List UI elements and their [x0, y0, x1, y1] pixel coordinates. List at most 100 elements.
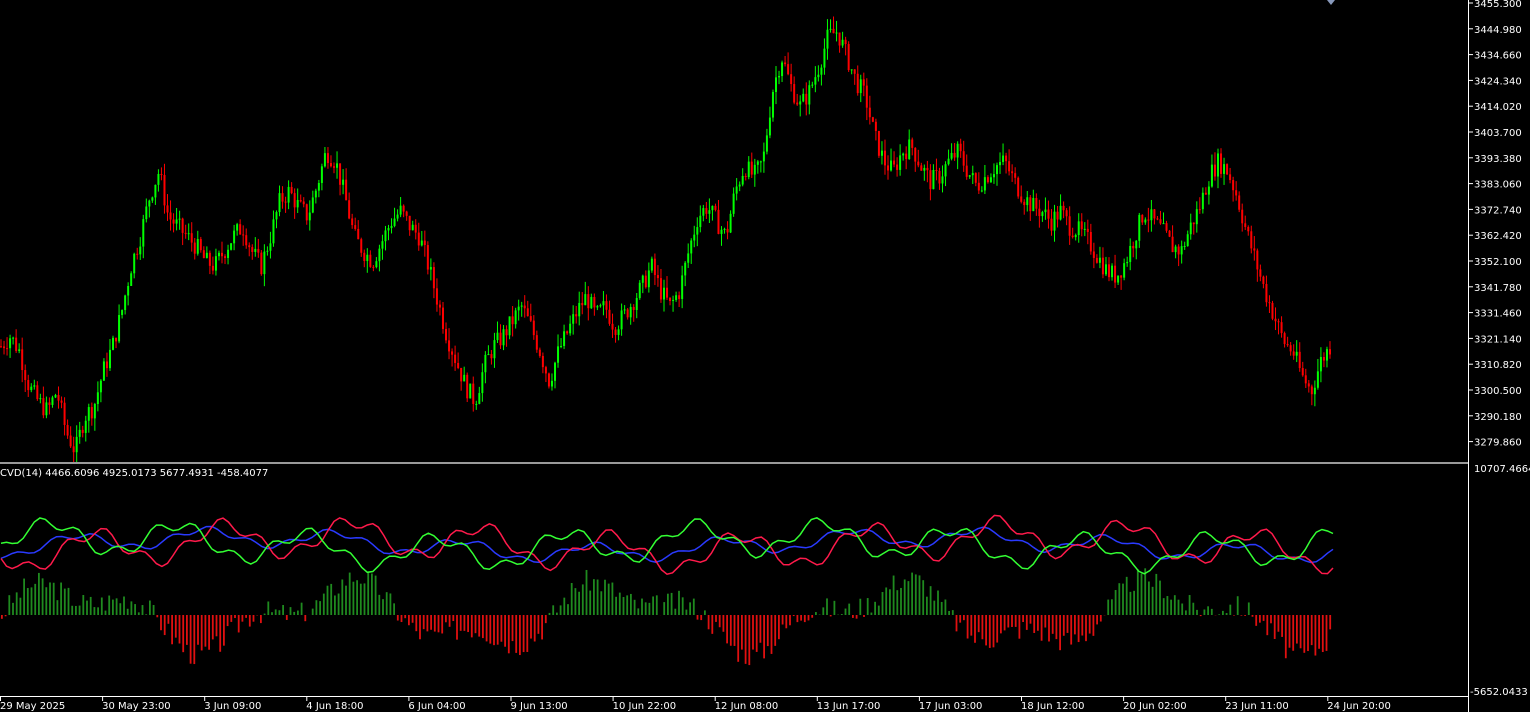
candle-body [838, 32, 841, 46]
candle-body [1250, 231, 1253, 249]
cvd-bar [789, 615, 791, 626]
candle-body [617, 329, 620, 335]
candle-body [429, 267, 432, 270]
time-label: 10 Jun 22:00 [613, 701, 677, 712]
candle-body [366, 254, 369, 262]
candle-body [93, 403, 96, 419]
candle-body [1041, 212, 1044, 217]
cvd-bar [663, 602, 666, 615]
trading-chart[interactable]: 3455.300 3444.980 3434.660 3424.340 3414.020… [0, 0, 1530, 712]
candle-body [1035, 197, 1038, 209]
candle-body [1325, 349, 1328, 361]
candle-body [850, 69, 853, 71]
cvd-bar [926, 596, 928, 615]
cvd-bar [944, 599, 947, 615]
candle-body [720, 229, 723, 234]
price-label: 3403.700 [1474, 128, 1522, 139]
cvd-bar [404, 615, 407, 619]
candle-body [1017, 177, 1020, 197]
price-label: 3383.060 [1474, 180, 1522, 191]
cvd-bar [519, 615, 521, 656]
cvd-bar [1225, 613, 1228, 615]
cvd-bar [667, 593, 669, 615]
cvd-bar [12, 602, 14, 615]
cvd-bar [1310, 615, 1313, 646]
cvd-bar [870, 612, 873, 615]
candle-body [765, 135, 768, 152]
candle-body [1141, 214, 1144, 223]
cvd-bar [826, 598, 828, 615]
cvd-bar [1314, 615, 1317, 656]
indicator-scale-min: -5652.0433 [1470, 687, 1528, 698]
candle-body [696, 227, 699, 235]
candle-body [399, 205, 402, 215]
cvd-bar [1022, 615, 1024, 623]
cvd-bar [985, 615, 987, 646]
cvd-bar [748, 615, 751, 666]
candle-body [112, 337, 115, 350]
candle-body [448, 340, 451, 352]
candle-body [502, 329, 505, 346]
candle-body [1053, 211, 1056, 231]
candle-body [3, 346, 6, 349]
time-label: 30 May 23:00 [102, 701, 171, 712]
candle-body [811, 84, 814, 86]
candle-body [102, 361, 105, 381]
cvd-bar [852, 615, 854, 618]
cvd-bar [1125, 576, 1128, 615]
candle-body [989, 177, 992, 183]
candle-body [974, 173, 977, 183]
cvd-bar [282, 605, 284, 615]
candle-body [145, 206, 148, 220]
candle-body [744, 175, 747, 178]
candle-body [962, 151, 965, 166]
cvd-bar [1136, 569, 1139, 615]
cvd-bar [297, 610, 299, 615]
cvd-bar [1247, 602, 1250, 615]
cvd-bar [589, 590, 592, 615]
candle-body [599, 305, 602, 307]
candle-body [405, 211, 408, 216]
cvd-bar [881, 592, 884, 615]
cvd-bar [134, 604, 136, 615]
candle-body [623, 309, 626, 311]
cvd-bar [918, 575, 921, 615]
time-label: 29 May 2025 [0, 701, 65, 712]
candle-body [523, 305, 526, 309]
cvd-bar [866, 598, 869, 615]
cvd-bar [100, 597, 103, 615]
candle-body [148, 200, 151, 207]
candle-body [883, 150, 886, 166]
candle-body [578, 302, 581, 317]
candle-body [251, 247, 254, 252]
candle-body [899, 155, 902, 170]
cvd-bar [1066, 615, 1069, 633]
candle-body [814, 77, 817, 85]
cvd-bar [955, 615, 958, 632]
cvd-bar [52, 582, 55, 615]
candle-body [726, 228, 729, 233]
cvd-bar [34, 583, 37, 615]
candle-body [986, 177, 989, 183]
candle-body [1135, 240, 1138, 249]
price-label: 3279.860 [1474, 438, 1522, 449]
candle-body [977, 182, 980, 191]
cvd-bar [655, 595, 658, 615]
candle-body [1171, 236, 1174, 253]
candle-body [678, 295, 681, 299]
candle-body [1271, 302, 1274, 319]
price-label: 3455.300 [1474, 0, 1522, 10]
candle-body [856, 73, 859, 94]
cvd-bar [1051, 615, 1054, 634]
cvd-bar [859, 598, 862, 615]
cvd-bar [1233, 615, 1235, 616]
cvd-bar [330, 583, 333, 615]
candle-body [1301, 368, 1304, 376]
candle-body [1265, 283, 1268, 303]
candle-body [130, 273, 133, 286]
candle-body [275, 212, 278, 220]
candle-body [1029, 197, 1032, 212]
time-label: 9 Jun 13:00 [511, 701, 568, 712]
cvd-bar [63, 588, 66, 615]
candle-body [254, 248, 257, 252]
